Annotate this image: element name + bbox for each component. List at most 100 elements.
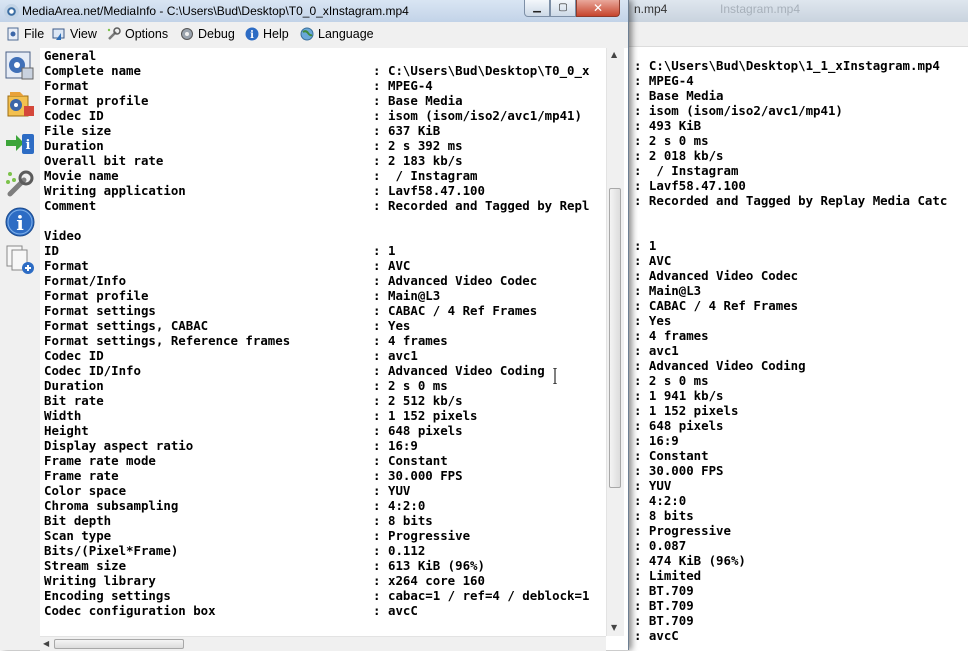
background-info-line: : CABAC / 4 Ref Frames [634,298,799,313]
window-titlebar[interactable]: MediaArea.net/MediaInfo - C:\Users\Bud\D… [0,0,628,23]
background-info-line: : 2 s 0 ms [634,133,709,148]
info-value: 648 pixels [388,423,463,438]
menu-help[interactable]: i Help [245,27,289,41]
horizontal-scrollbar[interactable]: ◀ [40,636,606,651]
basic-view-icon[interactable] [4,50,36,82]
info-value: 30.000 FPS [388,468,463,483]
info-separator: : [373,393,381,408]
info-separator: : [373,273,381,288]
info-value: avcC [388,603,418,618]
menu-language[interactable]: Language [300,27,374,41]
background-info-line: : BT.709 [634,583,694,598]
info-separator: : [373,108,381,123]
svg-text:i: i [250,30,254,41]
mediainfo-app-icon[interactable] [4,4,19,19]
info-value: 1 [388,243,396,258]
background-info-line: : 648 pixels [634,418,724,433]
info-separator: : [373,408,381,423]
background-info-line: : Constant [634,448,709,463]
vertical-scrollbar[interactable]: ▲ ▼ [606,48,624,636]
debug-gear-icon [180,27,194,41]
info-key: Video [44,228,82,243]
info-separator: : [373,423,381,438]
info-value: 0.112 [388,543,426,558]
info-value: Progressive [388,528,471,543]
menu-debug[interactable]: Debug [180,27,235,41]
background-info-line: : YUV [634,478,672,493]
background-info-line: : AVC [634,253,672,268]
info-separator: : [373,363,381,378]
background-info-line: : BT.709 [634,613,694,628]
info-value: Advanced Video Coding [388,363,545,378]
info-key: Frame rate [44,468,119,483]
info-key: Duration [44,378,104,393]
info-key: Format settings [44,303,156,318]
info-value: Recorded and Tagged by Repl [388,198,590,213]
background-info-line: : 4:2:0 [634,493,687,508]
window-title: MediaArea.net/MediaInfo - C:\Users\Bud\D… [22,4,409,18]
info-separator: : [373,498,381,513]
info-key: Format/Info [44,273,127,288]
close-button[interactable]: ✕ [576,0,620,17]
minimize-button[interactable]: ▁ [524,0,550,17]
info-separator: : [373,543,381,558]
info-separator: : [373,183,381,198]
background-info-line: : 2 018 kb/s [634,148,724,163]
horizontal-scroll-thumb[interactable] [54,639,184,649]
menu-help-label: Help [263,27,289,41]
info-key: Complete name [44,63,141,78]
scroll-up-arrow-icon[interactable]: ▲ [611,50,617,59]
info-key: Format profile [44,93,149,108]
info-value: Constant [388,453,448,468]
info-key: Width [44,408,82,423]
info-key: Codec ID/Info [44,363,141,378]
info-key: Duration [44,138,104,153]
info-separator: : [373,168,381,183]
info-value: cabac=1 / ref=4 / deblock=1 [388,588,590,603]
file-icon [6,27,20,41]
info-key: File size [44,123,112,138]
menu-options[interactable]: Options [107,27,168,41]
svg-text:i: i [16,211,24,235]
open-files-icon[interactable] [4,244,36,276]
maximize-button[interactable]: ▢ [550,0,576,17]
info-separator: : [373,198,381,213]
scroll-left-arrow-icon[interactable]: ◀ [43,639,49,648]
info-key: Codec ID [44,108,104,123]
background-info-line: : Advanced Video Coding [634,358,806,373]
vertical-scroll-thumb[interactable] [609,188,621,488]
info-separator: : [373,603,381,618]
view-icon [52,27,66,41]
menu-file[interactable]: File [6,27,44,41]
about-info-icon[interactable]: i [4,206,36,238]
preferences-icon[interactable] [4,168,36,200]
info-value: x264 core 160 [388,573,485,588]
menu-view[interactable]: View [52,27,97,41]
info-separator: : [373,243,381,258]
background-info-text: : C:\Users\Bud\Desktop\1_1_xInstagram.mp… [634,58,947,643]
background-info-line: : 8 bits [634,508,694,523]
info-key: Chroma subsampling [44,498,179,513]
text-cursor-icon [553,368,557,384]
info-key: Comment [44,198,97,213]
info-key: Movie name [44,168,119,183]
info-text-area[interactable]: General Complete name: C:\Users\Bud\Deskto… [40,48,606,650]
info-separator: : [373,438,381,453]
info-key: ID [44,243,59,258]
info-separator: : [373,378,381,393]
info-key: Format profile [44,288,149,303]
menu-options-label: Options [125,27,169,41]
menu-language-label: Language [318,27,374,41]
scroll-down-arrow-icon[interactable]: ▼ [611,623,617,632]
background-info-line: : avcC [634,628,679,643]
info-separator: : [373,63,381,78]
export-icon[interactable]: i [4,128,36,160]
background-info-line: : MPEG-4 [634,73,694,88]
info-separator: : [373,93,381,108]
sheet-view-icon[interactable] [4,88,36,120]
background-info-line: : C:\Users\Bud\Desktop\1_1_xInstagram.mp… [634,58,940,73]
help-icon: i [245,27,259,41]
info-value: 2 183 kb/s [388,153,463,168]
background-info-line: : 493 KiB [634,118,702,133]
info-value: 16:9 [388,438,418,453]
